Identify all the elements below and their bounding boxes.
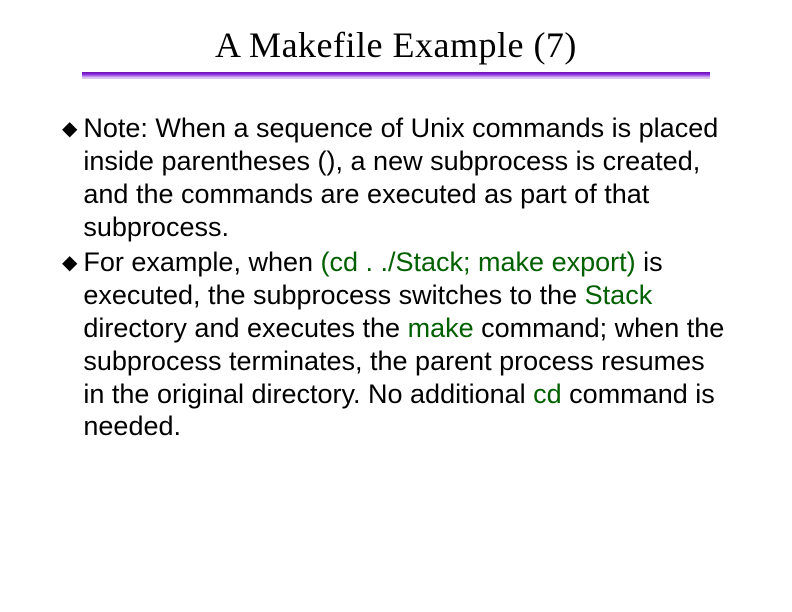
slide: A Makefile Example (7) ◆ Note: When a se… — [0, 0, 792, 612]
slide-title: A Makefile Example (7) — [40, 24, 752, 66]
bullet-item: ◆ For example, when (cd . ./Stack; make … — [62, 246, 728, 444]
bullet-text: For example, when (cd . ./Stack; make ex… — [83, 246, 728, 444]
bullet-icon: ◆ — [62, 246, 77, 280]
title-underline — [82, 72, 710, 78]
bullet-text: Note: When a sequence of Unix commands i… — [83, 112, 728, 244]
bullet-icon: ◆ — [62, 112, 77, 146]
slide-content: ◆ Note: When a sequence of Unix commands… — [40, 112, 752, 443]
bullet-item: ◆ Note: When a sequence of Unix commands… — [62, 112, 728, 244]
